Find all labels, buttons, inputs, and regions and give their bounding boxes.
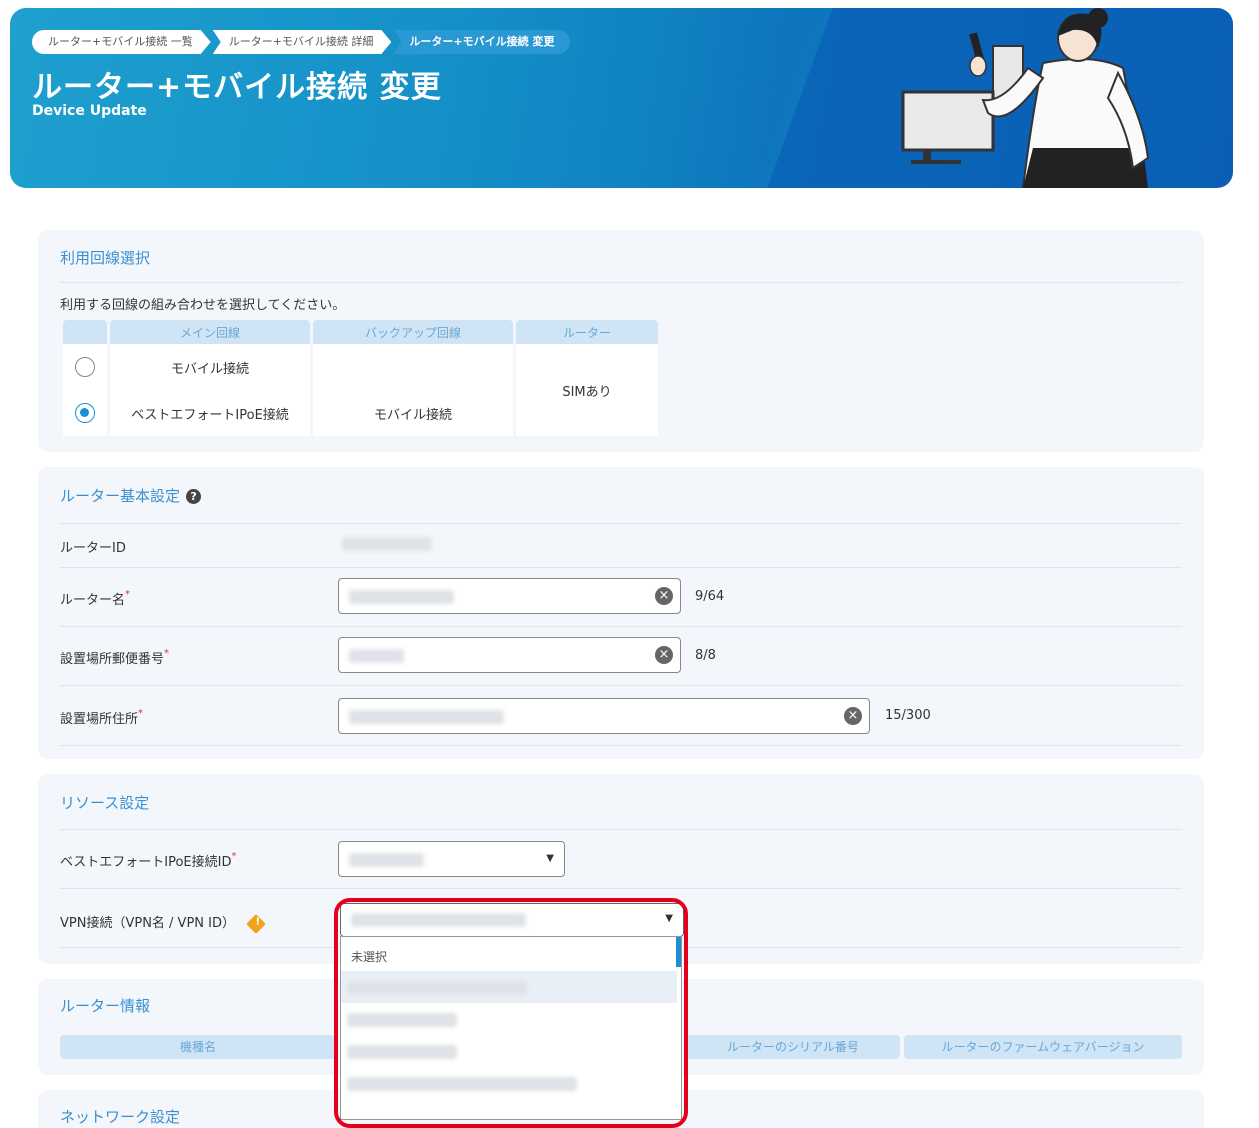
ipoe-id-select[interactable]: ▼ — [338, 841, 565, 877]
zip-label: 設置場所郵便番号* — [60, 648, 169, 667]
divider — [60, 888, 1182, 889]
required-mark: * — [138, 708, 144, 719]
page-subtitle: Device Update — [32, 103, 147, 119]
router-id-label: ルーターID — [60, 541, 126, 556]
line-option-radio-cell[interactable] — [63, 344, 107, 390]
clear-icon[interactable]: × — [844, 707, 862, 725]
warning-icon-mark: ! — [255, 916, 261, 928]
page-title: ルーター+モバイル接続 変更 — [32, 70, 442, 105]
radio-mobile[interactable] — [75, 357, 95, 377]
breadcrumb-list[interactable]: ルーター+モバイル接続 一覧 — [32, 30, 211, 54]
divider — [60, 626, 1182, 627]
radio-ipoe-mobile[interactable] — [75, 403, 95, 423]
router-cell: SIMあり — [516, 344, 658, 436]
router-info-title: ルーター情報 — [60, 997, 151, 1015]
zip-input[interactable]: × — [338, 637, 681, 673]
address-value-redacted — [349, 710, 504, 724]
table-cell: モバイル接続 — [110, 344, 310, 390]
header-banner: ルーター+モバイル接続 一覧 ルーター+モバイル接続 詳細 ルーター+モバイル接… — [10, 8, 1233, 188]
ipoe-id-value-redacted — [349, 853, 424, 867]
router-basic-title: ルーター基本設定? — [60, 485, 202, 506]
router-basic-title-text: ルーター基本設定 — [60, 487, 181, 505]
router-name-label: ルーター名* — [60, 589, 130, 608]
zip-label-text: 設置場所郵便番号 — [60, 652, 165, 667]
network-title: ネットワーク設定 — [60, 1108, 181, 1126]
line-selection-title: 利用回線選択 — [60, 249, 151, 267]
vpn-label-text: VPN接続（VPN名 / VPN ID） — [60, 916, 235, 931]
woman-with-phone-illustration — [901, 8, 1150, 188]
breadcrumb-current: ルーター+モバイル接続 変更 — [393, 30, 571, 54]
zip-value-redacted — [349, 649, 404, 663]
column-model-name: 機種名 — [60, 1035, 336, 1059]
router-name-label-text: ルーター名 — [60, 593, 126, 608]
table-cell — [313, 344, 513, 390]
help-icon[interactable]: ? — [186, 489, 202, 504]
divider — [60, 567, 1182, 568]
router-name-input[interactable]: × — [338, 578, 681, 614]
chevron-down-icon: ▼ — [546, 853, 554, 864]
column-backup-line: バックアップ回線 — [313, 320, 513, 344]
vpn-label: VPN接続（VPN名 / VPN ID）! — [60, 912, 266, 934]
clear-icon[interactable]: × — [655, 587, 673, 605]
line-option-radio-cell[interactable] — [63, 390, 107, 436]
divider — [60, 829, 1182, 830]
table-cell: ベストエフォートIPoE接続 — [110, 390, 310, 436]
router-id-value-redacted — [342, 537, 432, 551]
resource-title: リソース設定 — [60, 794, 150, 812]
line-combination-table: メイン回線 バックアップ回線 ルーター モバイル接続 SIMあり ベストエフォー… — [60, 320, 661, 436]
divider — [60, 282, 1182, 283]
required-mark: * — [231, 851, 237, 862]
zip-counter: 8/8 — [695, 648, 716, 663]
ipoe-id-label-text: ベストエフォートIPoE接続ID — [60, 855, 232, 870]
column-serial-number: ルーターのシリアル番号 — [686, 1035, 900, 1059]
address-label: 設置場所住所* — [60, 708, 143, 727]
required-mark: * — [125, 589, 131, 600]
breadcrumb: ルーター+モバイル接続 一覧 ルーター+モバイル接続 詳細 ルーター+モバイル接… — [32, 30, 572, 54]
clear-icon[interactable]: × — [655, 646, 673, 664]
radio-column-header — [63, 320, 107, 344]
line-selection-section: 利用回線選択 利用する回線の組み合わせを選択してください。 メイン回線 バックア… — [38, 230, 1204, 452]
address-counter: 15/300 — [885, 708, 931, 723]
line-selection-description: 利用する回線の組み合わせを選択してください。 — [60, 298, 346, 313]
address-input[interactable]: × — [338, 698, 870, 734]
ipoe-id-label: ベストエフォートIPoE接続ID* — [60, 851, 236, 870]
highlight-frame — [334, 898, 688, 1128]
router-basic-section: ルーター基本設定? ルーターID ルーター名* × 9/64 設置場所郵便番号*… — [38, 467, 1204, 759]
router-name-counter: 9/64 — [695, 589, 725, 604]
column-firmware-version: ルーターのファームウェアバージョン — [904, 1035, 1182, 1059]
column-router: ルーター — [516, 320, 658, 344]
breadcrumb-detail[interactable]: ルーター+モバイル接続 詳細 — [213, 30, 392, 54]
divider — [60, 523, 1182, 524]
warning-icon[interactable]: ! — [246, 913, 266, 934]
divider — [60, 685, 1182, 686]
table-cell: モバイル接続 — [313, 390, 513, 436]
required-mark: * — [164, 648, 170, 659]
router-name-value-redacted — [349, 590, 454, 604]
column-main-line: メイン回線 — [110, 320, 310, 344]
address-label-text: 設置場所住所 — [60, 712, 139, 727]
divider — [60, 745, 1182, 746]
